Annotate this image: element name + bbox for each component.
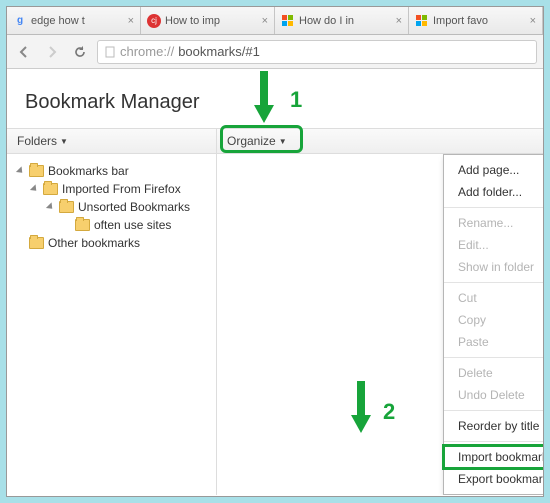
tree-node[interactable]: Unsorted Bookmarks bbox=[11, 198, 212, 216]
menu-separator bbox=[444, 282, 543, 283]
back-button[interactable] bbox=[13, 41, 35, 63]
google-favicon: g bbox=[13, 14, 27, 28]
tree-label: Bookmarks bar bbox=[48, 164, 129, 178]
close-icon[interactable]: × bbox=[396, 15, 402, 27]
menu-import-html[interactable]: Import bookmarks from HTML file... bbox=[444, 446, 543, 468]
tab-label: How to imp bbox=[165, 15, 258, 27]
chevron-down-icon: ▼ bbox=[60, 137, 68, 146]
toolbar: chrome:// bookmarks/#1 bbox=[7, 35, 543, 69]
menu-separator bbox=[444, 441, 543, 442]
menu-show-in-folder: Show in folder bbox=[444, 256, 543, 278]
annotation-arrow-2 bbox=[348, 381, 374, 435]
menu-copy: Copy bbox=[444, 309, 543, 331]
browser-tab[interactable]: cj How to imp × bbox=[141, 7, 275, 34]
menu-add-page[interactable]: Add page... bbox=[444, 159, 543, 181]
folder-icon bbox=[43, 183, 58, 195]
browser-tab[interactable]: Import favo × bbox=[409, 7, 543, 34]
page-icon bbox=[104, 46, 116, 58]
close-icon[interactable]: × bbox=[530, 15, 536, 27]
folder-icon bbox=[75, 219, 90, 231]
forward-button[interactable] bbox=[41, 41, 63, 63]
disclosure-icon[interactable] bbox=[15, 166, 25, 176]
bookmark-list: e preserving tra Add page... Add folder.… bbox=[217, 154, 543, 495]
tree-node[interactable]: often use sites bbox=[11, 216, 212, 234]
menu-rename: Rename... bbox=[444, 212, 543, 234]
ms-favicon bbox=[281, 14, 295, 28]
menu-undo-delete: Undo Delete bbox=[444, 384, 543, 406]
menu-separator bbox=[444, 207, 543, 208]
tree-node[interactable]: Imported From Firefox bbox=[11, 180, 212, 198]
tab-label: Import favo bbox=[433, 15, 526, 27]
menu-cut: Cut bbox=[444, 287, 543, 309]
tree-label: often use sites bbox=[94, 218, 171, 232]
site-favicon: cj bbox=[147, 14, 161, 28]
organize-menu: Add page... Add folder... Rename... Edit… bbox=[443, 154, 543, 495]
menu-separator bbox=[444, 410, 543, 411]
organize-header[interactable]: Organize ▼ bbox=[217, 129, 297, 153]
tree-label: Other bookmarks bbox=[48, 236, 140, 250]
bookmarks-page: Bookmark Manager Folders ▼ Organize ▼ Bo… bbox=[7, 69, 543, 496]
close-icon[interactable]: × bbox=[262, 15, 268, 27]
folder-icon bbox=[59, 201, 74, 213]
folders-label: Folders bbox=[17, 134, 57, 148]
browser-tab[interactable]: How do I in × bbox=[275, 7, 409, 34]
disclosure-icon[interactable] bbox=[29, 184, 39, 194]
menu-paste: Paste bbox=[444, 331, 543, 353]
folders-header[interactable]: Folders ▼ bbox=[7, 129, 217, 153]
annotation-arrow-1 bbox=[251, 71, 277, 125]
page-body: Bookmarks bar Imported From Firefox Unso… bbox=[7, 154, 543, 495]
disclosure-icon[interactable] bbox=[45, 202, 55, 212]
browser-tab[interactable]: g edge how t × bbox=[7, 7, 141, 34]
menu-edit: Edit... bbox=[444, 234, 543, 256]
folder-icon bbox=[29, 165, 44, 177]
chevron-down-icon: ▼ bbox=[279, 137, 287, 146]
column-headers: Folders ▼ Organize ▼ bbox=[7, 128, 543, 154]
chrome-window: g edge how t × cj How to imp × How do I … bbox=[6, 6, 544, 497]
tree-label: Imported From Firefox bbox=[62, 182, 181, 196]
menu-reorder[interactable]: Reorder by title bbox=[444, 415, 543, 437]
address-bar[interactable]: chrome:// bookmarks/#1 bbox=[97, 40, 537, 64]
menu-export-html[interactable]: Export bookmarks to HTML file... bbox=[444, 468, 543, 490]
tree-label: Unsorted Bookmarks bbox=[78, 200, 190, 214]
tab-label: How do I in bbox=[299, 15, 392, 27]
tab-label: edge how t bbox=[31, 15, 124, 27]
url-scheme: chrome:// bbox=[120, 44, 174, 59]
menu-add-folder[interactable]: Add folder... bbox=[444, 181, 543, 203]
menu-delete: Delete bbox=[444, 362, 543, 384]
close-icon[interactable]: × bbox=[128, 15, 134, 27]
ms-favicon bbox=[415, 14, 429, 28]
tree-node[interactable]: Other bookmarks bbox=[11, 234, 212, 252]
tab-strip: g edge how t × cj How to imp × How do I … bbox=[7, 7, 543, 35]
url-path: bookmarks/#1 bbox=[178, 44, 260, 59]
tree-node[interactable]: Bookmarks bar bbox=[11, 162, 212, 180]
reload-button[interactable] bbox=[69, 41, 91, 63]
menu-separator bbox=[444, 357, 543, 358]
organize-label: Organize bbox=[227, 134, 276, 148]
folder-tree: Bookmarks bar Imported From Firefox Unso… bbox=[7, 154, 217, 495]
folder-icon bbox=[29, 237, 44, 249]
